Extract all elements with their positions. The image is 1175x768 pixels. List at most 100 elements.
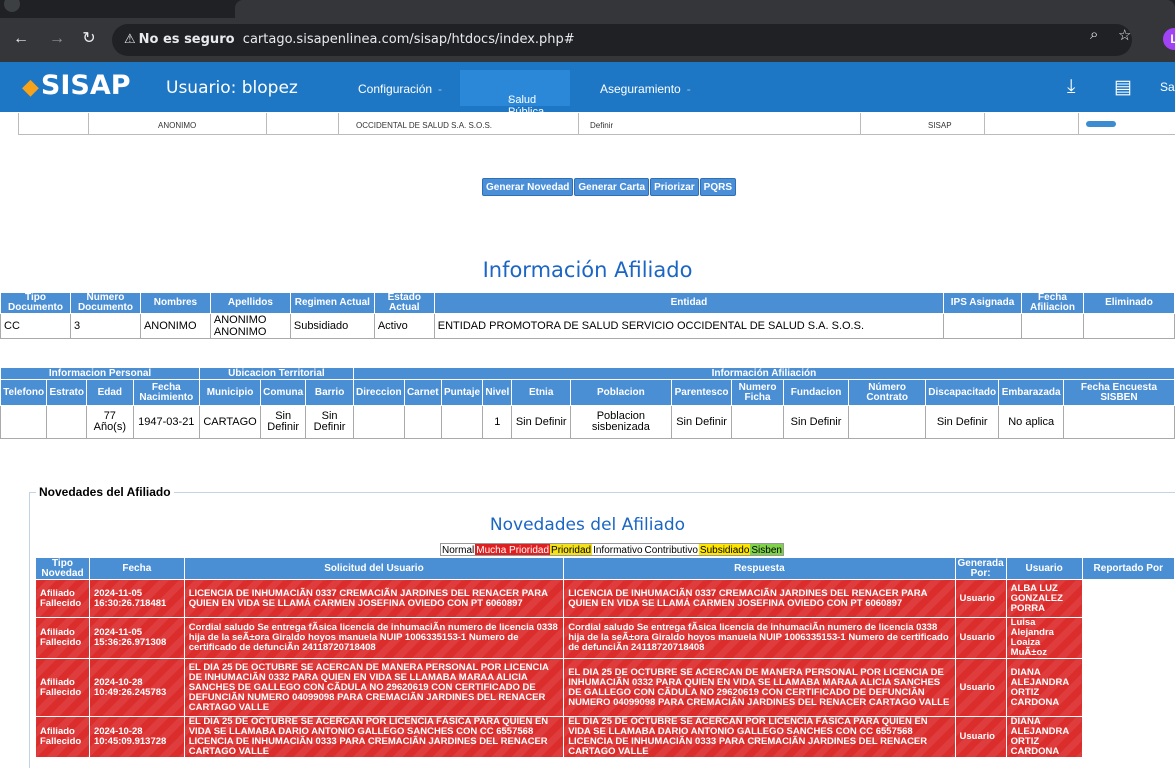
address-bar[interactable]: ⚠ No es seguro cartago.sisapenlinea.com/s… [112,24,1132,56]
column-header[interactable]: Barrio [305,379,354,406]
table-cell: Sin Definir [511,405,571,439]
table-cell: 3 [69,313,141,339]
column-header[interactable]: Fecha Afiliacion [1021,292,1084,314]
cell-solicitud: Cordial saludo Se entrega fÃsica licenci… [183,617,565,659]
clipboard-icon[interactable]: ▤ [1114,76,1132,99]
column-header[interactable]: IPS Asignada [943,292,1022,314]
column-header[interactable]: Estrato [46,379,88,406]
menu-aseguramiento[interactable]: Aseguramiento - [600,82,691,96]
user-label: Usuario: blopez [166,78,298,98]
cell-generada: Usuario [954,617,1007,659]
column-header[interactable]: Fecha [88,557,185,580]
column-header[interactable]: Embarazada [998,379,1064,406]
table-row[interactable]: Afiliado Fallecido 2024-10-28 10:49:26.24… [35,658,1175,717]
cell-respuesta: LICENCIA DE INHUMACIÃN 0337 CREMACIÃN JA… [563,579,956,618]
table-cell: Sin Definir [259,405,307,439]
legend-item: Sisben [750,544,783,556]
pqrs-button[interactable]: PQRS [699,178,736,196]
menu-salud-publica[interactable]: Salud Pública - [460,70,570,118]
column-header[interactable]: Etnia [511,379,571,406]
cell-tipo: Afiliado Fallecido [35,716,90,758]
column-header[interactable]: Eliminado [1082,292,1175,314]
cell-solicitud: LICENCIA DE INHUMACIÃN 0337 CREMACIÃN JA… [183,579,565,618]
forward-arrow-icon[interactable]: → [46,28,68,50]
column-header[interactable]: Estado Actual [373,292,435,314]
table-cell: CARTAGO [199,405,261,439]
url-text[interactable]: cartago.sisapenlinea.com/sisap/htdocs/in… [243,32,575,47]
column-header[interactable]: Nombres [139,292,211,314]
cell-solicitud: EL DIA 25 DE OCTUBRE SE ACERCAN POR LICE… [183,716,565,758]
table-row[interactable]: Afiliado Fallecido 2024-11-05 15:36:26.97… [35,617,1175,659]
legend-item: Prioridad [550,544,593,556]
novedades-title: Novedades del Afiliado [489,515,686,535]
generar-carta-button[interactable]: Generar Carta [574,178,650,196]
column-header[interactable]: Respuesta [563,557,956,580]
cell-fecha: 2024-10-28 10:49:26.245783 [88,658,185,717]
cell-reportado [1081,617,1175,659]
generar-novedad-button[interactable]: Generar Novedad [482,178,574,196]
warning-icon: ⚠ [124,32,136,47]
column-header[interactable]: Numero Ficha [731,379,784,406]
column-header[interactable]: Tipo Novedad [35,557,90,580]
column-header[interactable]: Reportado Por [1081,557,1175,580]
column-header[interactable]: Fecha Nacimiento [132,379,201,406]
browser-tab[interactable] [235,0,1175,18]
table-header-row: Tipo Documento Numero Documento Nombres Ape… [0,292,1175,314]
menu-configuracion[interactable]: Configuración - [358,82,442,96]
column-header[interactable]: Generada Por: [954,557,1007,580]
legend-item: Informativo [592,544,644,556]
table-cell: No aplica [998,405,1064,439]
row-cell: ANONIMO [158,121,197,130]
row-action-button[interactable] [1086,121,1116,127]
caret-icon: - [508,94,512,106]
header-right-text[interactable]: Sa [1160,80,1175,94]
legend-item: Mucha Prioridad [475,544,551,556]
bookmark-star-icon[interactable]: ☆ [1118,26,1131,44]
sisap-logo[interactable]: ◆SISAP [22,70,131,101]
group-header-row: Informacion Personal Ubicacion Territori… [0,367,1175,380]
browser-tab-strip [0,0,1175,18]
column-header[interactable]: Poblacion [569,379,672,406]
column-header[interactable]: Municipio [199,379,261,406]
group-header-ubicacion: Ubicacion Territorial [199,367,354,380]
column-header[interactable]: Regimen Actual [289,292,375,314]
column-header[interactable]: Nivel [482,379,513,406]
column-header[interactable]: Comuna [259,379,307,406]
table-row[interactable]: Afiliado Fallecido 2024-11-05 16:30:26.71… [35,579,1175,618]
column-header[interactable]: Entidad [433,292,945,314]
column-header[interactable]: Discapacitado [924,379,1000,406]
table-cell [731,405,784,439]
column-header[interactable]: Apellidos [209,292,291,314]
column-header[interactable]: Numero Documento [69,292,141,314]
security-label[interactable]: No es seguro [139,32,235,47]
table-row[interactable]: Afiliado Fallecido 2024-10-28 10:45:09.91… [35,716,1175,758]
menu-label: Aseguramiento [600,82,681,96]
profile-avatar[interactable]: L [1163,28,1175,50]
novedades-fieldset-legend: Novedades del Afiliado [36,485,174,499]
column-header[interactable]: Carnet [403,379,442,406]
tab-icon[interactable] [4,0,20,12]
table-cell [1021,313,1084,339]
column-header[interactable]: Telefono [0,379,48,406]
column-header[interactable]: Fundacion [782,379,850,406]
column-header[interactable]: Puntaje [440,379,484,406]
table-cell: ANONIMO ANONIMO [209,313,291,339]
priorizar-button[interactable]: Priorizar [650,178,699,196]
table-cell [403,405,442,439]
back-arrow-icon[interactable]: ← [10,28,32,50]
reload-icon[interactable]: ↻ [78,28,100,50]
table-cell: 1 [482,405,513,439]
download-icon[interactable]: ⤓ [1067,76,1075,98]
zoom-icon[interactable]: ⌕ [1090,26,1098,43]
column-header[interactable]: Número Contrato [848,379,926,406]
column-header[interactable]: Edad [86,379,134,406]
column-header[interactable]: Parentesco [670,379,733,406]
column-header[interactable]: Direccion [352,379,405,406]
column-header[interactable]: Fecha Encuesta SISBEN [1062,379,1175,406]
column-header[interactable]: Tipo Documento [0,292,71,314]
cell-generada: Usuario [954,579,1007,618]
column-header[interactable]: Solicitud del Usuario [183,557,565,580]
table-header-row: Tipo Novedad Fecha Solicitud del Usuario Re… [35,557,1175,580]
affiliate-table: Tipo Documento Numero Documento Nombres Ape… [0,292,1175,339]
column-header[interactable]: Usuario [1005,557,1083,580]
